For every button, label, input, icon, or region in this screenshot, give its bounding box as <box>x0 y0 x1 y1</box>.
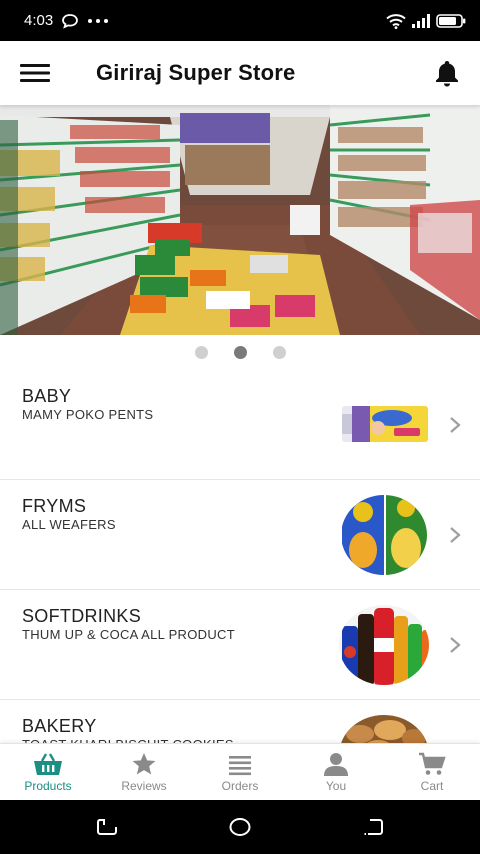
category-item-baby[interactable]: BABY MAMY POKO PENTS <box>0 370 480 480</box>
hamburger-menu-icon <box>20 64 50 82</box>
pagination-dot[interactable] <box>194 346 208 359</box>
chat-bubble-icon <box>62 13 79 29</box>
status-bar: 4:03 <box>0 0 480 41</box>
wifi-icon <box>386 13 406 29</box>
nav-cart[interactable]: Cart <box>384 744 480 800</box>
store-interior-illustration <box>0 105 480 335</box>
notifications-button[interactable] <box>414 41 480 105</box>
chevron-right-icon <box>450 637 461 653</box>
category-subtitle: ALL WEAFERS <box>22 517 116 532</box>
nav-label: Orders <box>221 779 259 793</box>
category-name: SOFTDRINKS <box>22 606 142 626</box>
app-screen: 4:03 Giriraj Super Store BABY MAMY POKO … <box>0 0 480 854</box>
list-icon <box>229 756 251 776</box>
battery-icon <box>436 13 466 28</box>
nav-label: Cart <box>420 779 444 793</box>
app-bar: Giriraj Super Store <box>0 41 480 105</box>
chips-packets-icon <box>341 495 427 575</box>
pagination-dot-active[interactable] <box>233 346 247 359</box>
nav-products[interactable]: Products <box>0 744 96 800</box>
category-subtitle: THUM UP & COCA ALL PRODUCT <box>22 627 235 642</box>
home-button-icon[interactable] <box>229 816 251 838</box>
category-name: BABY <box>22 386 72 406</box>
category-item-fryms[interactable]: FRYMS ALL WEAFERS <box>0 480 480 590</box>
nav-label: Products <box>24 779 72 793</box>
back-button-icon[interactable] <box>362 817 384 837</box>
banner-pagination <box>0 346 480 359</box>
status-right <box>386 13 466 29</box>
nav-reviews[interactable]: Reviews <box>96 744 192 800</box>
basket-icon <box>34 753 62 775</box>
bottom-navigation: Products Reviews Orders You Cart <box>0 743 480 800</box>
menu-button[interactable] <box>0 41 70 105</box>
category-name: BAKERY <box>22 716 97 736</box>
nav-orders[interactable]: Orders <box>192 744 288 800</box>
nav-label: You <box>325 779 347 793</box>
system-navigation-bar <box>0 800 480 854</box>
category-subtitle: MAMY POKO PENTS <box>22 407 154 422</box>
nav-label: Reviews <box>121 779 167 793</box>
diaper-pack-icon <box>342 406 428 442</box>
star-icon <box>132 753 156 775</box>
status-time: 4:03 <box>24 12 54 29</box>
category-item-softdrinks[interactable]: SOFTDRINKS THUM UP & COCA ALL PRODUCT <box>0 590 480 700</box>
category-name: FRYMS <box>22 496 87 516</box>
chevron-right-icon <box>450 417 461 433</box>
page-title: Giriraj Super Store <box>96 60 296 85</box>
more-dots-icon <box>88 18 109 23</box>
store-banner-image[interactable] <box>0 105 480 335</box>
nav-you[interactable]: You <box>288 744 384 800</box>
cart-icon <box>419 752 446 775</box>
chevron-right-icon <box>450 527 461 543</box>
signal-icon <box>412 13 430 28</box>
soft-drink-bottles-icon <box>339 605 429 685</box>
status-left: 4:03 <box>24 12 109 29</box>
person-icon <box>324 753 348 776</box>
pagination-dot[interactable] <box>272 346 286 359</box>
bell-icon <box>436 61 458 87</box>
recent-apps-icon[interactable] <box>96 817 118 837</box>
